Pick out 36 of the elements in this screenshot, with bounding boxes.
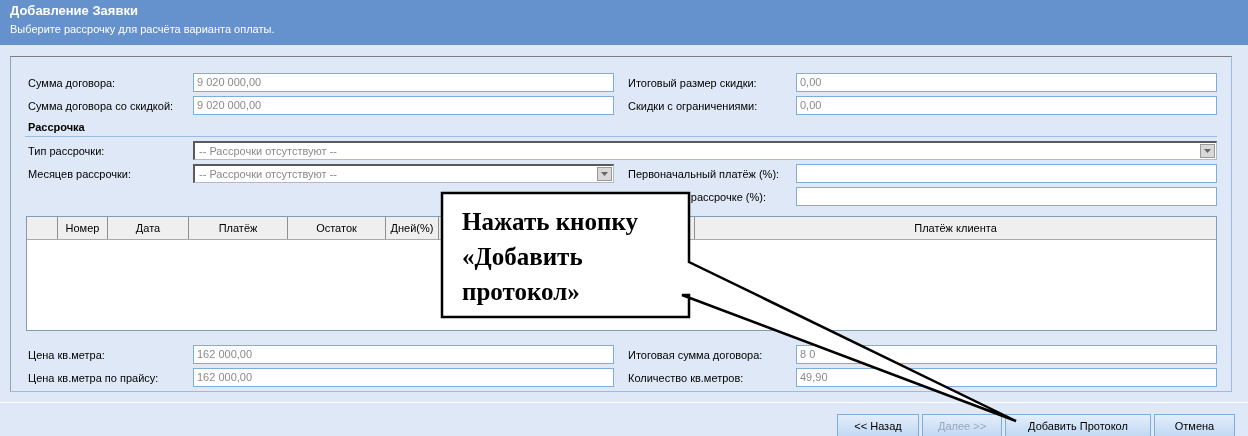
text-field[interactable]: 162 000,00	[193, 368, 614, 387]
select-field[interactable]: -- Рассрочки отсутствуют --	[193, 164, 614, 183]
dialog-title: Добавление Заявки	[10, 3, 139, 18]
field-label: Цена кв.метра:	[28, 348, 106, 361]
dialog-subtitle: Выберите рассрочку для расчёта варианта оплаты.	[10, 23, 276, 35]
dialog-button[interactable]: Отмена	[1154, 414, 1235, 436]
dialog-button[interactable]: Добавить Протокол	[1005, 414, 1151, 436]
column-header[interactable]: Дней(%)	[385, 217, 438, 239]
column-header[interactable]: Платёж	[188, 217, 287, 239]
section-heading: Рассрочка	[28, 121, 86, 133]
field-label: рассрочке (%):	[690, 190, 766, 203]
column-header[interactable]: Дата	[107, 217, 188, 239]
field-label: Скидки с ограничениями:	[628, 99, 759, 112]
column-header[interactable]: Остаток	[287, 217, 385, 239]
select-field[interactable]: -- Рассрочки отсутствуют --	[193, 141, 1217, 160]
field-label: Итоговый размер скидки:	[628, 76, 758, 89]
field-label: Количество кв.метров:	[628, 371, 745, 384]
text-field[interactable]: 9 020 000,00	[193, 73, 614, 92]
field-label: Цена кв.метра по прайсу:	[28, 371, 160, 384]
text-field[interactable]: 49,90	[796, 368, 1217, 387]
text-field[interactable]	[796, 164, 1217, 183]
field-label: Итоговая сумма договора:	[628, 348, 764, 361]
text-field[interactable]	[796, 187, 1217, 206]
text-field[interactable]: 0,00	[796, 73, 1217, 92]
callout-text: Нажать кнопку «Добавить протокол»	[462, 207, 639, 307]
text-field[interactable]: 9 020 000,00	[193, 96, 614, 115]
field-label: Тип рассрочки:	[28, 144, 106, 157]
text-field[interactable]: 0,00	[796, 96, 1217, 115]
text-field[interactable]: 162 000,00	[193, 345, 614, 364]
field-label: Сумма договора со скидкой:	[28, 99, 175, 112]
dialog-button[interactable]: << Назад	[837, 414, 919, 436]
column-header[interactable]: Номер	[57, 217, 107, 239]
field-label: Первоначальный платёж (%):	[628, 167, 781, 180]
column-header[interactable]: Платёж клиента	[694, 217, 1216, 239]
field-label: Сумма договора:	[28, 76, 117, 89]
field-label: Месяцев рассрочки:	[28, 167, 133, 180]
